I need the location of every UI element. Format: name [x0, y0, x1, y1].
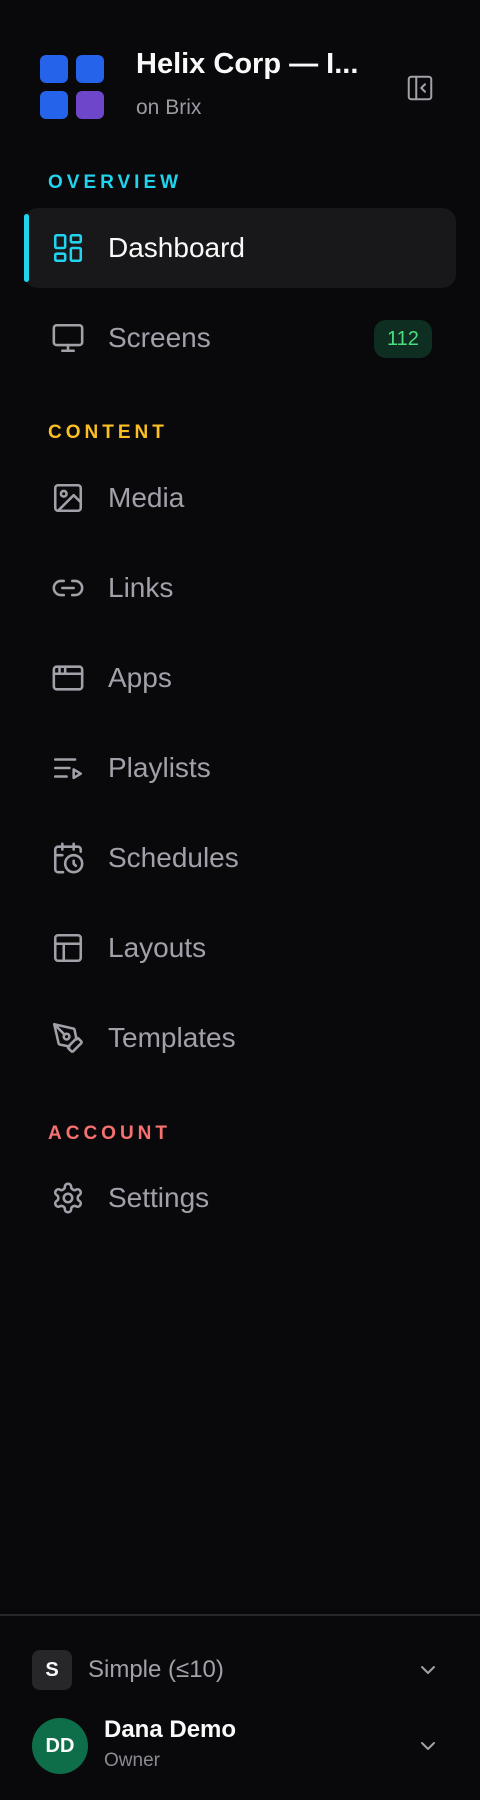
- org-logo: [40, 55, 104, 119]
- nav-label: Apps: [108, 662, 172, 693]
- nav-label: Screens: [108, 322, 211, 353]
- logo-tile: [76, 55, 104, 83]
- chevron-down-icon: [421, 1742, 435, 1750]
- panel-collapse-icon: [407, 75, 433, 101]
- plan-chip: S: [32, 1650, 72, 1690]
- pen-tool-icon: [48, 1018, 88, 1058]
- sidebar-header: Helix Corp — I... on Brix: [0, 0, 480, 150]
- nav-label: Playlists: [108, 752, 211, 783]
- nav-label: Templates: [108, 1022, 236, 1053]
- logo-tile: [40, 55, 68, 83]
- user-name: Dana Demo: [104, 1716, 237, 1743]
- section-label-account: ACCOUNT: [48, 1123, 171, 1144]
- nav-item-links[interactable]: Links: [24, 548, 456, 628]
- logo-tile: [76, 91, 104, 119]
- screens-count-badge: 112: [374, 320, 432, 358]
- logo-tile: [40, 91, 68, 119]
- dashboard-grid-icon: [48, 228, 88, 268]
- sidebar: Helix Corp — I... on Brix OVERVIEW Dashb…: [0, 0, 480, 1800]
- layout-icon: [48, 928, 88, 968]
- plan-label: Simple (≤10): [88, 1656, 224, 1683]
- collapse-sidebar-button[interactable]: [402, 70, 438, 106]
- nav-label: Dashboard: [108, 232, 245, 263]
- monitor-icon: [48, 318, 88, 358]
- nav-label: Layouts: [108, 932, 207, 963]
- nav-item-playlists[interactable]: Playlists: [24, 728, 456, 808]
- playlist-icon: [48, 748, 88, 788]
- link-icon: [48, 568, 88, 608]
- nav-label: Schedules: [108, 842, 239, 873]
- org-subtitle: on Brix: [136, 96, 202, 119]
- image-icon: [48, 478, 88, 518]
- org-name[interactable]: Helix Corp — I...: [136, 48, 386, 81]
- gear-icon: [48, 1178, 88, 1218]
- chevron-down-icon: [421, 1666, 435, 1674]
- section-label-content: CONTENT: [48, 422, 168, 443]
- user-menu[interactable]: DD Dana Demo Owner: [32, 1716, 448, 1776]
- nav-label: Links: [108, 572, 174, 603]
- avatar: DD: [32, 1718, 88, 1774]
- nav-item-layouts[interactable]: Layouts: [24, 908, 456, 988]
- nav-item-apps[interactable]: Apps: [24, 638, 456, 718]
- nav-label: Media: [108, 482, 185, 513]
- section-label-overview: OVERVIEW: [48, 172, 183, 193]
- nav-label: Settings: [108, 1182, 210, 1213]
- app-window-icon: [48, 658, 88, 698]
- nav-item-media[interactable]: Media: [24, 458, 456, 538]
- calendar-clock-icon: [48, 838, 88, 878]
- user-role: Owner: [104, 1750, 160, 1771]
- nav-item-settings[interactable]: Settings: [24, 1158, 456, 1238]
- nav-item-templates[interactable]: Templates: [24, 998, 456, 1078]
- nav-item-screens[interactable]: Screens 112: [24, 298, 456, 378]
- plan-selector[interactable]: S Simple (≤10): [32, 1646, 448, 1692]
- active-indicator: [24, 214, 29, 282]
- nav-item-schedules[interactable]: Schedules: [24, 818, 456, 898]
- nav-item-dashboard[interactable]: Dashboard: [24, 208, 456, 288]
- sidebar-footer: S Simple (≤10) DD Dana Demo Owner: [0, 1614, 480, 1800]
